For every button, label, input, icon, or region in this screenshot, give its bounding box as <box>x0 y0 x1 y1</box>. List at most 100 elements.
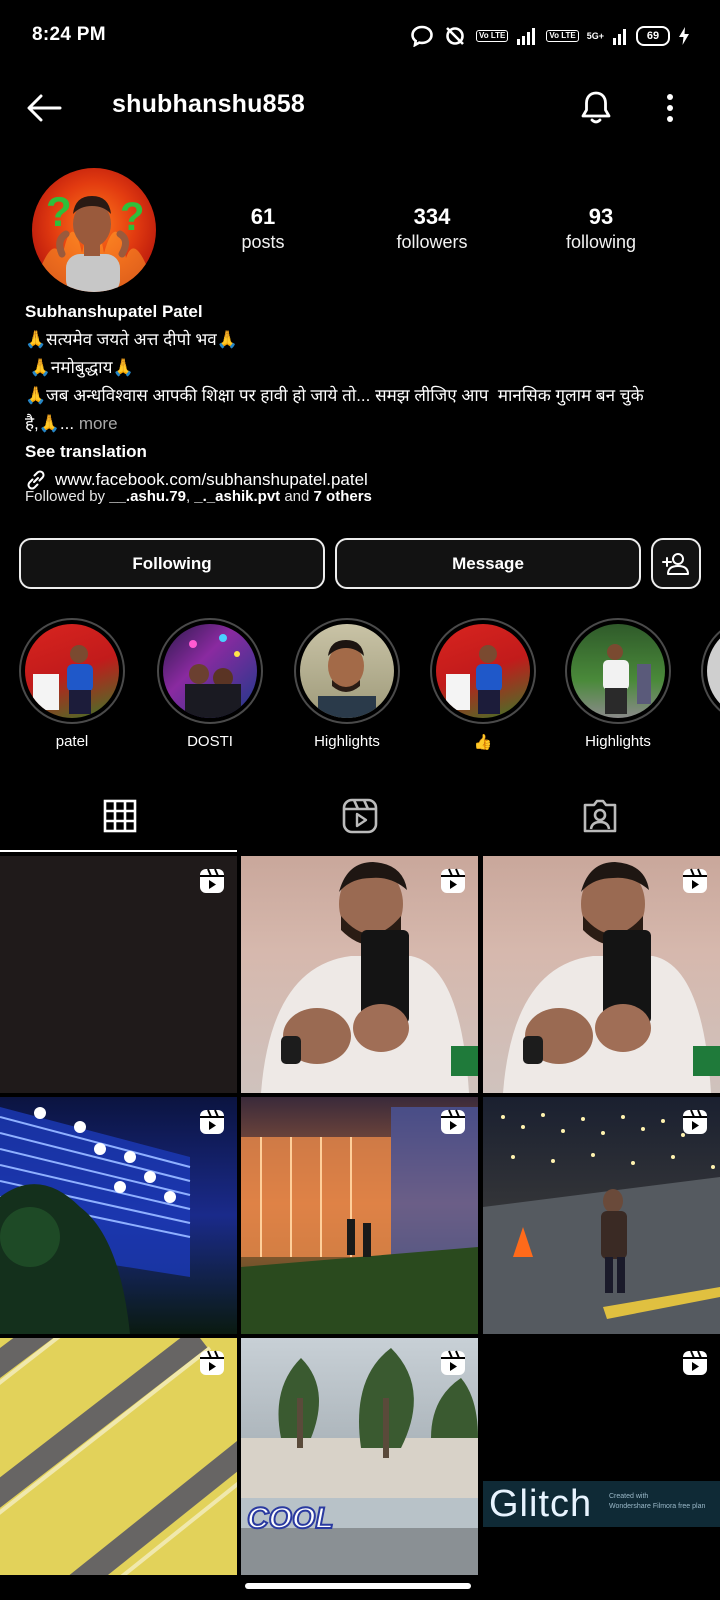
profile-avatar[interactable]: ? ? <box>32 168 156 292</box>
highlight-cover <box>436 624 530 718</box>
grid-post[interactable]: Glitch Created with Wondershare Filmora … <box>483 1338 720 1575</box>
profile-username: shubhanshu858 <box>112 90 305 118</box>
bio-more-link[interactable]: more <box>74 414 118 433</box>
posts-count[interactable]: 61 posts <box>193 204 333 254</box>
charging-icon <box>678 26 690 46</box>
highlight-ring <box>565 618 671 724</box>
volte-icon: Vo LTE <box>475 30 509 42</box>
followers-count-value: 334 <box>413 204 451 229</box>
highlight-cover <box>163 624 257 718</box>
profile-stats: 61 posts 334 followers 93 following <box>190 204 690 264</box>
posts-count-value: 61 <box>250 204 276 229</box>
status-bar: 8:24 PM Vo LTE Vo LTE 5G+ 69 <box>0 0 720 72</box>
followers-count[interactable]: 334 followers <box>362 204 502 254</box>
profile-header: shubhanshu858 <box>0 72 720 142</box>
reel-icon <box>440 1350 466 1376</box>
reels-icon <box>342 798 378 834</box>
highlight-label: Highlights <box>585 733 651 750</box>
active-tab-indicator <box>0 850 237 852</box>
bio-line-2: 🙏नमोबुद्धाय🙏 <box>25 358 134 377</box>
following-count-label: following <box>565 232 637 252</box>
highlight-ring <box>157 618 263 724</box>
tab-tagged[interactable] <box>480 780 720 852</box>
signal-icon <box>516 26 538 46</box>
signal-icon-2 <box>612 26 628 46</box>
highlight-cover <box>571 624 665 718</box>
grid-post[interactable] <box>483 856 720 1093</box>
followed-by[interactable]: Followed by __.ashu.79, _._ashik.pvt and… <box>25 488 372 505</box>
filmora-line-1: Created with <box>609 1493 649 1500</box>
grid-post[interactable]: COOL <box>241 1338 478 1575</box>
filmora-watermark-text: Created with Wondershare Filmora free pl… <box>609 1492 705 1512</box>
followed-by-user-1[interactable]: __.ashu.79 <box>109 488 186 505</box>
highlight-item[interactable]: Highlights <box>563 618 673 750</box>
filmora-line-2: Wondershare Filmora free plan <box>609 1503 706 1510</box>
sync-off-icon <box>442 25 468 47</box>
highlight-cover <box>300 624 394 718</box>
following-button[interactable]: Following <box>19 538 325 589</box>
reel-icon <box>199 1109 225 1135</box>
more-options-button[interactable] <box>648 84 692 132</box>
see-translation-link[interactable]: See translation <box>25 438 705 466</box>
battery-level: 69 <box>646 30 660 42</box>
battery-icon: 69 <box>636 26 670 46</box>
bell-icon <box>581 91 611 124</box>
bio-line-1: 🙏सत्यमेव जयते अत्त दीपो भव🙏 <box>25 330 238 349</box>
status-time: 8:24 PM <box>32 24 106 45</box>
highlight-ring <box>19 618 125 724</box>
posts-grid: COOL Glitch Created with Wondershare Fil… <box>0 856 720 1590</box>
grid-post[interactable] <box>483 1097 720 1334</box>
bio-line-3: 🙏जब अन्धविश्वास आपकी शिक्षा पर हावी हो ज… <box>25 386 644 405</box>
add-user-icon <box>662 552 689 575</box>
highlight-label: patel <box>55 733 89 750</box>
grid-post[interactable] <box>241 856 478 1093</box>
profile-tabs <box>0 780 720 852</box>
reel-icon <box>440 1109 466 1135</box>
highlight-item[interactable] <box>699 618 720 724</box>
following-count[interactable]: 93 following <box>531 204 671 254</box>
home-indicator[interactable] <box>245 1583 471 1589</box>
followed-by-user-2[interactable]: _._ashik.pvt <box>194 488 280 505</box>
followed-by-prefix: Followed by <box>25 488 110 505</box>
highlight-ring <box>294 618 400 724</box>
tagged-icon <box>583 799 617 833</box>
status-icons: Vo LTE Vo LTE 5G+ 69 <box>410 22 690 50</box>
grid-post[interactable] <box>241 1097 478 1334</box>
followed-by-others[interactable]: 7 others <box>314 488 372 505</box>
reel-icon <box>682 868 708 894</box>
highlight-item[interactable]: 👍 <box>428 618 538 751</box>
notifications-button[interactable] <box>572 84 620 132</box>
message-button[interactable]: Message <box>335 538 641 589</box>
cool-overlay-text: COOL <box>247 1502 334 1535</box>
tab-reels[interactable] <box>240 780 480 852</box>
display-name: Subhanshupatel Patel <box>25 302 203 321</box>
reel-icon <box>199 868 225 894</box>
more-vertical-icon <box>667 94 673 122</box>
back-button[interactable] <box>22 86 66 130</box>
suggested-users-button[interactable] <box>651 538 701 589</box>
highlight-item[interactable]: DOSTI <box>155 618 265 750</box>
grid-post[interactable] <box>0 1338 237 1575</box>
avatar-image: ? ? <box>32 188 156 292</box>
grid-post[interactable] <box>0 1097 237 1334</box>
reel-icon <box>682 1109 708 1135</box>
highlight-cover <box>707 624 720 718</box>
grid-post[interactable] <box>0 856 237 1093</box>
highlight-cover <box>25 624 119 718</box>
highlight-label: 👍 <box>473 734 493 751</box>
posts-count-label: posts <box>241 232 285 252</box>
network-type: 5G+ <box>586 30 604 41</box>
tab-posts-grid[interactable] <box>0 780 240 852</box>
following-count-value: 93 <box>588 204 614 229</box>
grid-icon <box>103 799 137 833</box>
bio-line-4-text: है,🙏... <box>25 414 75 433</box>
highlight-item[interactable]: Highlights <box>292 618 402 750</box>
story-highlights: patel DOSTI Highlights 👍 Highlights <box>0 618 720 758</box>
volte-icon-2: Vo LTE <box>546 30 579 42</box>
highlight-label: DOSTI <box>187 733 233 750</box>
reel-icon <box>440 868 466 894</box>
highlight-ring <box>701 618 720 724</box>
highlight-label: Highlights <box>314 733 380 750</box>
highlight-ring <box>430 618 536 724</box>
highlight-item[interactable]: patel <box>17 618 127 750</box>
